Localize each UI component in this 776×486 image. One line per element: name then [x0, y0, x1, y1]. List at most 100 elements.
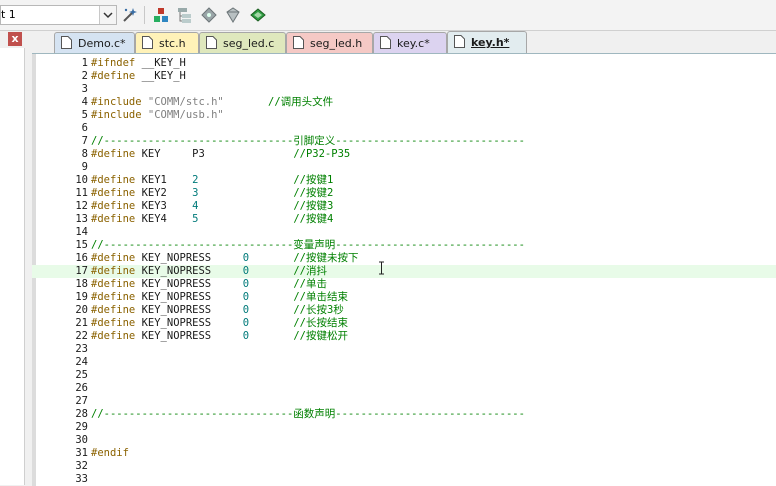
- code-token: #ifndef: [91, 57, 136, 69]
- code-token: #include: [91, 96, 142, 108]
- code-token: #define: [91, 148, 136, 160]
- code-line[interactable]: 11 #define KEY2 3 //按键2: [32, 187, 776, 200]
- project-tree[interactable]: [0, 48, 25, 485]
- code-text: //------------------------------函数声明----…: [91, 408, 525, 421]
- line-number: 7: [81, 135, 88, 147]
- tab-demo-c[interactable]: Demo.c*: [54, 32, 135, 53]
- code-token: #define: [91, 200, 136, 212]
- options-icon[interactable]: [224, 6, 242, 24]
- code-token: KEY_NOPRESS: [135, 330, 243, 342]
- code-line[interactable]: 4 #include "COMM/stc.h" //调用头文件: [32, 96, 776, 109]
- code-line[interactable]: 6: [32, 122, 776, 135]
- code-token: #define: [91, 70, 136, 82]
- line-number: 1: [81, 57, 88, 69]
- code-line[interactable]: 32: [32, 460, 776, 473]
- code-line[interactable]: 24: [32, 356, 776, 369]
- code-line[interactable]: 23: [32, 343, 776, 356]
- tab-key-h[interactable]: key.h*: [447, 31, 527, 54]
- code-line[interactable]: 5 #include "COMM/usb.h": [32, 109, 776, 122]
- code-line[interactable]: 25: [32, 369, 776, 382]
- code-line[interactable]: 17 #define KEY_NOPRESS 0 //消抖: [32, 265, 776, 278]
- tab-stc-h[interactable]: stc.h: [135, 32, 199, 53]
- tab-label: seg_led.h: [310, 37, 363, 50]
- code-token: //长按3秒: [293, 304, 344, 316]
- code-line[interactable]: 2 #define __KEY_H: [32, 70, 776, 83]
- code-line[interactable]: 31 #endif: [32, 447, 776, 460]
- line-number: 3: [81, 83, 88, 95]
- line-number: 5: [81, 109, 88, 121]
- code-token: "COMM/usb.h": [141, 109, 224, 121]
- code-line[interactable]: 19 #define KEY_NOPRESS 0 //单击结束: [32, 291, 776, 304]
- code-token: //长按结束: [293, 317, 348, 329]
- code-text: #define __KEY_H: [91, 70, 186, 83]
- code-line[interactable]: 7//------------------------------引脚定义---…: [32, 135, 776, 148]
- code-token: //消抖: [293, 265, 327, 277]
- books-icon[interactable]: [249, 6, 267, 24]
- code-token: KEY_NOPRESS: [135, 291, 243, 303]
- code-token: //按键2: [293, 187, 334, 199]
- code-line[interactable]: 22 #define KEY_NOPRESS 0 //按键松开: [32, 330, 776, 343]
- line-number: 15: [75, 239, 88, 251]
- code-text: #define KEY P3 //P32-P35: [91, 148, 350, 161]
- toolbar-separator: [144, 6, 145, 24]
- code-line[interactable]: 13 #define KEY4 5 //按键4: [32, 213, 776, 226]
- code-token: #define: [91, 174, 136, 186]
- code-token: KEY_NOPRESS: [135, 265, 243, 277]
- code-token: KEY2: [135, 187, 193, 199]
- code-line[interactable]: 21 #define KEY_NOPRESS 0 //长按结束: [32, 317, 776, 330]
- line-number: 22: [75, 330, 88, 342]
- code-editor[interactable]: 1 #ifndef __KEY_H 2 #define __KEY_H 3 4 #inclu…: [32, 53, 776, 486]
- diamond-icon[interactable]: [200, 6, 218, 24]
- code-token: #define: [91, 187, 136, 199]
- tab-key-c[interactable]: key.c*: [373, 32, 447, 53]
- code-token: __KEY_H: [135, 70, 186, 82]
- target-select[interactable]: t 1: [0, 5, 117, 25]
- code-line[interactable]: 14: [32, 226, 776, 239]
- component-icon[interactable]: [152, 6, 170, 24]
- code-line[interactable]: 1 #ifndef __KEY_H: [32, 57, 776, 70]
- code-text: #define KEY_NOPRESS 0 //长按结束: [91, 317, 348, 330]
- code-line[interactable]: 30: [32, 434, 776, 447]
- line-number: 12: [75, 200, 88, 212]
- code-line[interactable]: 9: [32, 161, 776, 174]
- code-token: //按键松开: [293, 330, 348, 342]
- hierarchy-icon[interactable]: [176, 6, 194, 24]
- tab-seg-led-c[interactable]: seg_led.c: [199, 32, 286, 53]
- close-icon[interactable]: x: [8, 32, 22, 46]
- code-token: //按键1: [293, 174, 334, 186]
- code-token: #define: [91, 304, 136, 316]
- code-token: //按键未按下: [293, 252, 359, 264]
- code-line[interactable]: 26: [32, 382, 776, 395]
- line-number: 8: [81, 148, 88, 160]
- code-line[interactable]: 8 #define KEY P3 //P32-P35: [32, 148, 776, 161]
- code-line[interactable]: 15//------------------------------变量声明--…: [32, 239, 776, 252]
- code-line[interactable]: 10 #define KEY1 2 //按键1: [32, 174, 776, 187]
- code-line[interactable]: 27: [32, 395, 776, 408]
- code-line[interactable]: 16 #define KEY_NOPRESS 0 //按键未按下: [32, 252, 776, 265]
- magic-wand-icon[interactable]: [121, 6, 139, 24]
- code-line[interactable]: 33: [32, 473, 776, 486]
- code-line[interactable]: 29: [32, 421, 776, 434]
- tab-seg-led-h[interactable]: seg_led.h: [286, 32, 373, 53]
- code-line[interactable]: 18 #define KEY_NOPRESS 0 //单击: [32, 278, 776, 291]
- code-line[interactable]: 20 #define KEY_NOPRESS 0 //长按3秒: [32, 304, 776, 317]
- code-line[interactable]: 3: [32, 83, 776, 96]
- code-line[interactable]: 12 #define KEY3 4 //按键3: [32, 200, 776, 213]
- line-number: 4: [81, 96, 88, 108]
- code-line[interactable]: 28//------------------------------函数声明--…: [32, 408, 776, 421]
- code-text: #endif: [91, 447, 129, 460]
- dropdown-arrow-icon[interactable]: [99, 6, 116, 24]
- line-number: 16: [75, 252, 88, 264]
- code-token: #define: [91, 265, 136, 277]
- code-token: "COMM/stc.h": [141, 96, 224, 108]
- line-number: 21: [75, 317, 88, 329]
